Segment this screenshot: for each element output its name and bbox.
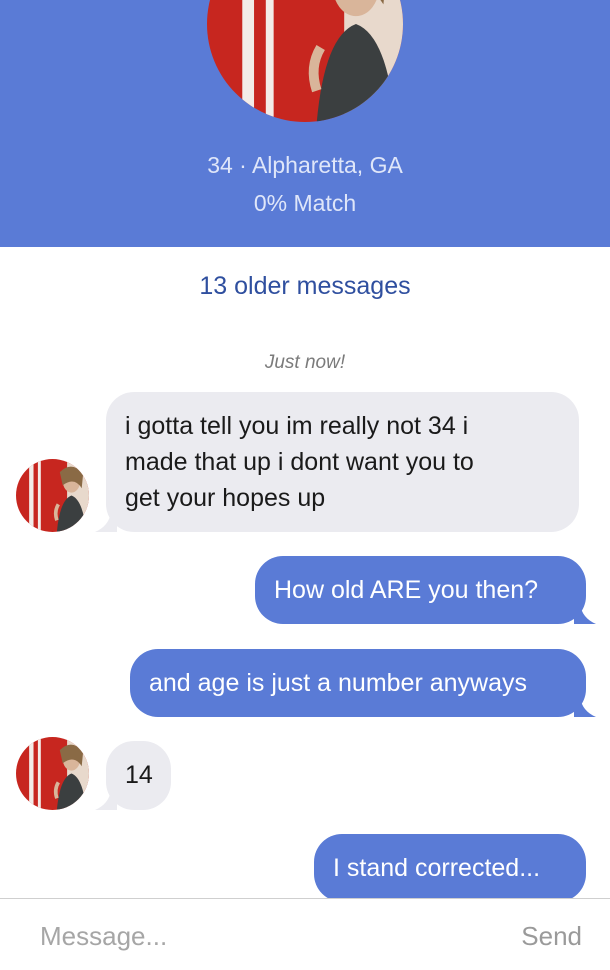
message-bubble-incoming[interactable]: 14	[106, 741, 171, 810]
send-button[interactable]: Send	[521, 916, 582, 956]
message-line: made that up i dont want you to	[125, 448, 474, 476]
bubble-tail-out	[574, 604, 596, 624]
profile-age-location: 34 · Alpharetta, GA	[207, 152, 403, 178]
profile-meta: 34 · Alpharetta, GA 0% Match	[0, 149, 610, 219]
sender-avatar[interactable]	[16, 459, 89, 532]
message-line: i gotta tell you im really not 34 i	[125, 412, 469, 440]
message-bubble-outgoing[interactable]: How old ARE you then?	[255, 556, 586, 624]
bubble-tail-out	[574, 697, 596, 717]
message-line: 14	[125, 761, 153, 789]
message-line: and age is just a number anyways	[149, 669, 527, 697]
older-messages-link[interactable]: 13 older messages	[0, 268, 610, 304]
profile-match-percent: 0% Match	[253, 190, 357, 216]
message-input[interactable]	[40, 916, 460, 956]
message-line: I stand corrected...	[333, 854, 541, 882]
message-bubble-incoming[interactable]: i gotta tell you im really not 34 i made…	[106, 392, 579, 532]
message-composer: Send	[0, 898, 610, 970]
message-bubble-outgoing[interactable]: I stand corrected...	[314, 834, 586, 902]
message-bubble-outgoing[interactable]: and age is just a number anyways	[130, 649, 586, 717]
message-timestamp: Just now!	[264, 352, 346, 373]
profile-header: 34 · Alpharetta, GA 0% Match	[0, 0, 610, 247]
message-line: How old ARE you then?	[274, 576, 539, 604]
message-line: get your hopes up	[125, 484, 326, 512]
sender-avatar[interactable]	[16, 737, 89, 810]
profile-photo[interactable]	[207, 0, 403, 122]
